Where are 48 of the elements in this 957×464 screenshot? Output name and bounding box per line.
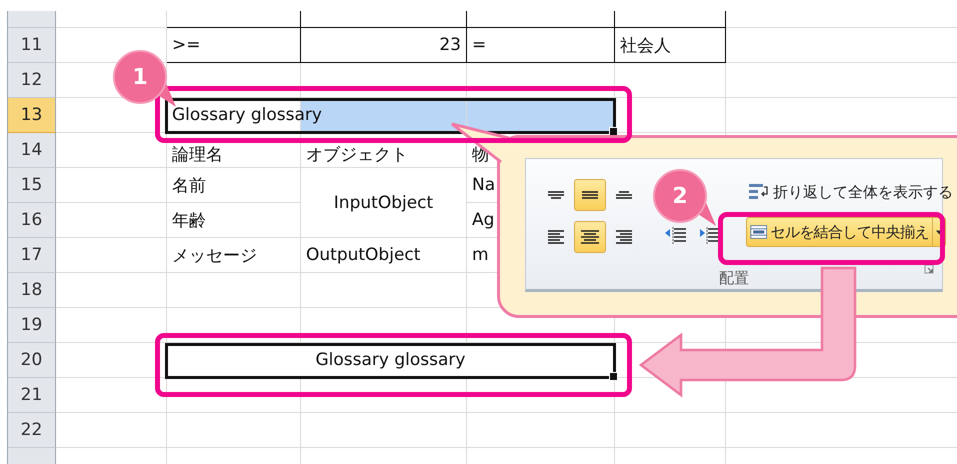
row-header[interactable]: 13 (8, 98, 56, 133)
merge-button[interactable]: セルを結合して中央揃え (746, 217, 946, 247)
align-middle-icon (582, 191, 598, 199)
row-header[interactable]: 20 (8, 343, 56, 378)
row-header[interactable]: 16 (8, 203, 56, 238)
cell-text: 社会人 (620, 34, 671, 56)
group-title: 配置 (719, 269, 749, 288)
row-header[interactable]: 15 (8, 168, 56, 203)
cell-text: 23 (439, 35, 461, 55)
row-header[interactable]: 22 (8, 413, 56, 448)
cell-text: Glossary glossary (316, 350, 466, 370)
align-right-icon (616, 230, 632, 244)
cell-text: 論理名 (172, 144, 223, 166)
merge-button-label: セルを結合して中央揃え (770, 222, 929, 242)
cell-text: 年齢 (172, 210, 206, 232)
cell-text: Ag (472, 210, 494, 230)
cell-text: InputObject (334, 192, 434, 212)
caret-icon[interactable] (936, 230, 942, 234)
cell-text: オブジェクト (306, 144, 408, 166)
row-header[interactable]: 17 (8, 238, 56, 273)
cell-text: = (472, 35, 486, 55)
cell-text: >= (172, 35, 200, 55)
align-button[interactable] (574, 179, 606, 211)
cell-text: Glossary glossary (172, 105, 322, 125)
row-header[interactable]: 19 (8, 308, 56, 343)
row-header[interactable]: 11 (8, 28, 56, 63)
align-top-icon (548, 191, 564, 199)
row-header[interactable]: 21 (8, 378, 56, 413)
dialog-launcher-icon[interactable] (924, 264, 934, 274)
row-header[interactable]: 14 (8, 133, 56, 168)
align-button[interactable] (574, 221, 606, 253)
row-header[interactable]: 18 (8, 273, 56, 308)
cell-text: 名前 (172, 174, 206, 196)
align-bottom-icon (616, 191, 632, 199)
cell-text: Na (472, 175, 496, 195)
wrap-text-button[interactable]: 折り返して全体を表示する (746, 179, 955, 205)
align-center-icon (581, 230, 599, 244)
cell-text: OutputObject (306, 245, 420, 265)
fill-handle[interactable] (609, 372, 618, 381)
cell-text: メッセージ (172, 244, 257, 266)
decrease-indent-icon (664, 225, 688, 247)
step-number: 1 (131, 64, 149, 91)
align-left-icon (548, 230, 564, 244)
cell-text: m (472, 245, 489, 265)
row-header[interactable]: 12 (8, 63, 56, 98)
merge-cells-icon (750, 223, 768, 241)
step-number: 2 (671, 182, 689, 210)
wrap-text-icon (748, 182, 770, 202)
